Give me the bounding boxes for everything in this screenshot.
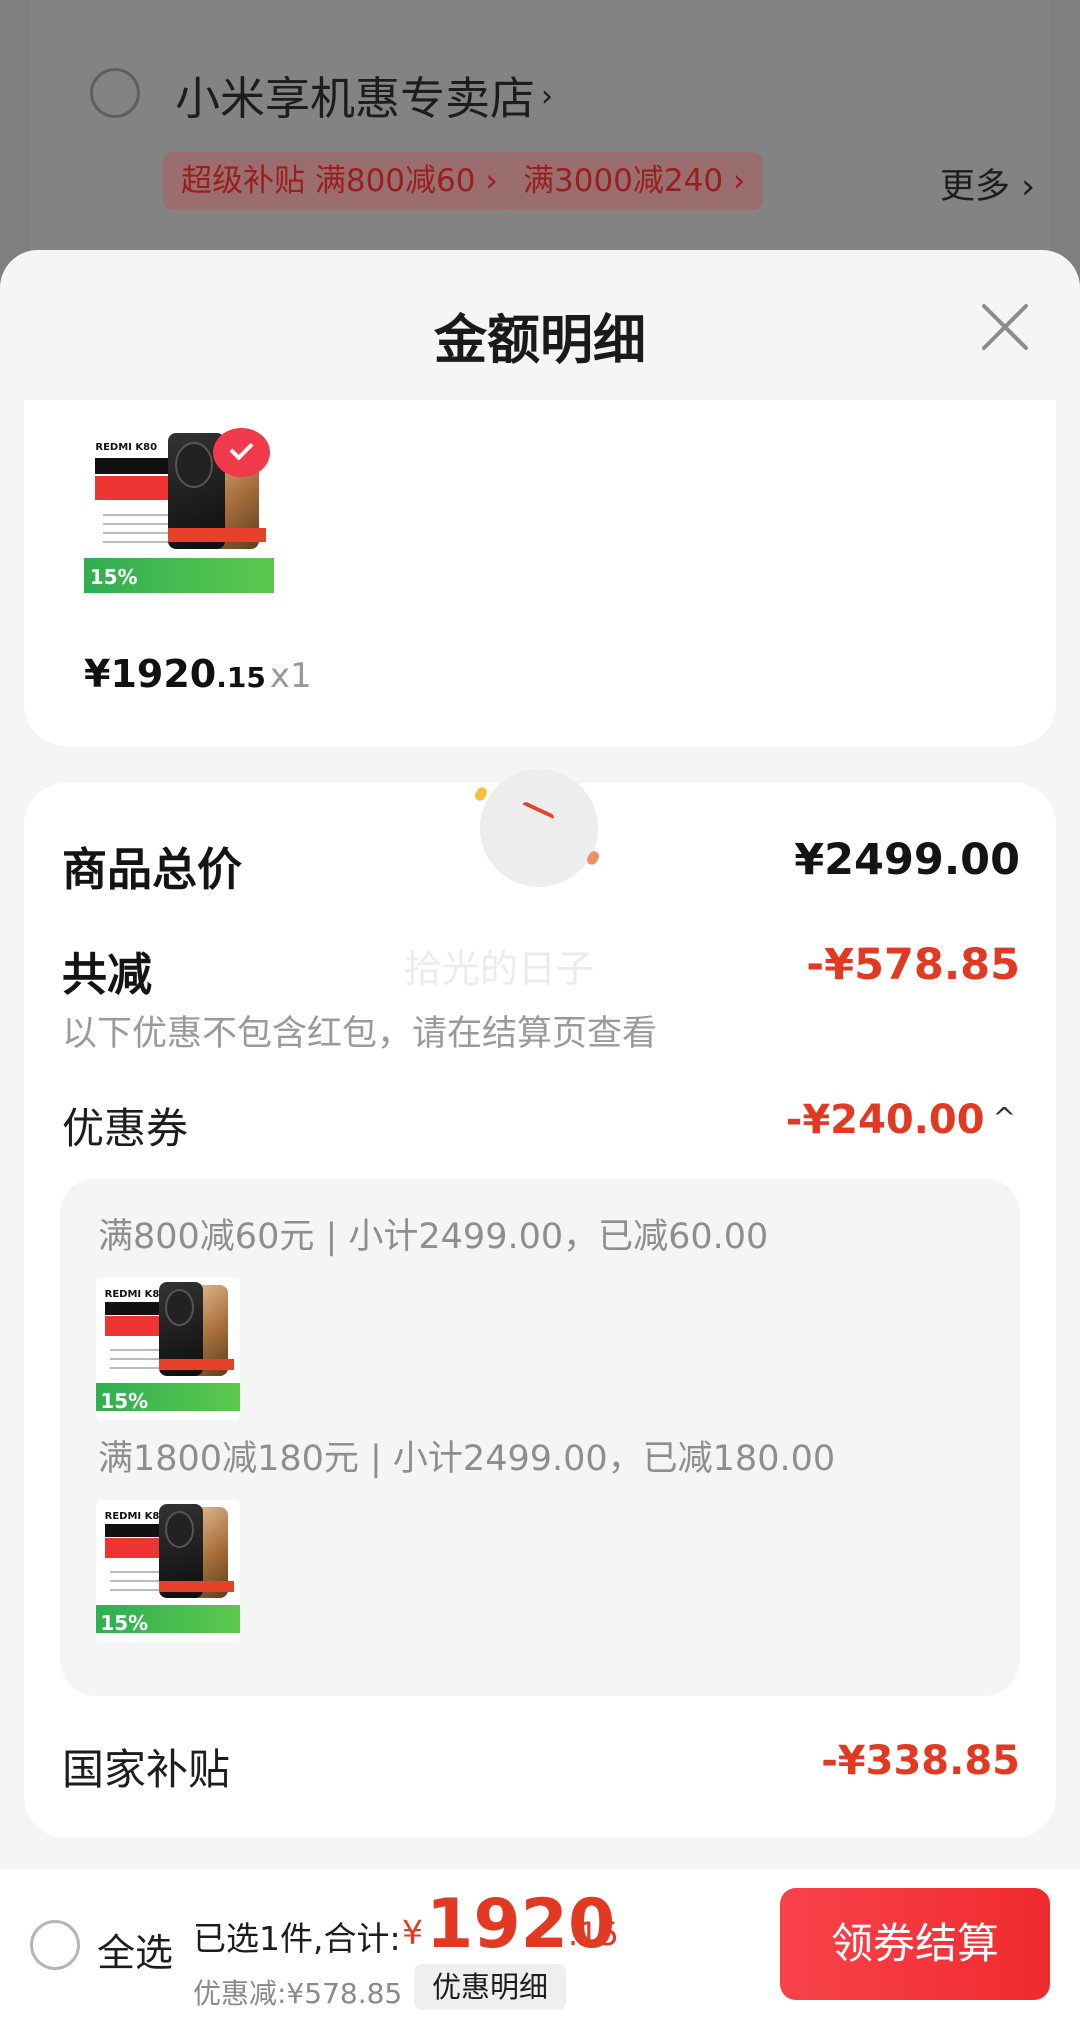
background-store-name: 小米享机惠专卖店 › bbox=[175, 72, 554, 125]
background-promo-tag: 满3000减240 › bbox=[505, 152, 764, 210]
product-image[interactable]: REDMI K80 15% bbox=[84, 428, 274, 604]
discount-note: 以下优惠不包含红包，请在结算页查看 bbox=[62, 1014, 658, 1054]
product-quantity: x1 bbox=[269, 656, 312, 696]
background-store-radio bbox=[90, 68, 140, 118]
chevron-up-icon: ^ bbox=[992, 1101, 1016, 1134]
coupon-product-image: REDMI K80 15% bbox=[96, 1278, 240, 1420]
coupon-product-image-percent-text: 15% bbox=[100, 1388, 149, 1413]
total-reduce-value: -¥578.85 bbox=[806, 940, 1020, 990]
loading-spinner-icon bbox=[473, 769, 601, 887]
coupon-label: 优惠券 bbox=[62, 1104, 189, 1153]
total-reduce-label: 共减 bbox=[62, 948, 153, 1001]
selected-check-icon bbox=[213, 428, 271, 478]
select-all-radio[interactable] bbox=[30, 1920, 80, 1970]
coupon-toggle[interactable]: -¥240.00 ^ bbox=[786, 1097, 1016, 1143]
chevron-right-icon: › bbox=[541, 79, 554, 114]
coupon-product-image: REDMI K80 15% bbox=[96, 1500, 240, 1642]
background-store-card: 小米享机惠专卖店 › 超级补贴 满800减60 › 满3000减240 › 更多 … bbox=[30, 0, 1050, 290]
gov-subsidy-value: -¥338.85 bbox=[821, 1738, 1020, 1784]
product-image-percent-text: 15% bbox=[89, 565, 138, 590]
total-price-value: ¥2499.00 bbox=[794, 835, 1020, 885]
background-promo-tag: 超级补贴 满800减60 › bbox=[163, 152, 516, 210]
coupon-product-image-brand-text: REDMI K80 bbox=[104, 1511, 167, 1523]
total-currency: ¥ bbox=[402, 1913, 423, 1952]
product-image-brand-text: REDMI K80 bbox=[95, 442, 158, 454]
discount-summary: 优惠减:¥578.85 bbox=[193, 1977, 403, 2010]
select-all-label[interactable]: 全选 bbox=[97, 1922, 173, 1977]
coupon-value: -¥240.00 bbox=[785, 1097, 985, 1143]
coupon-product-image-brand-text: REDMI K80 bbox=[104, 1289, 167, 1301]
coupon-detail-line: 满800减60元 | 小计2499.00，已减60.00 bbox=[98, 1217, 769, 1257]
product-card: REDMI K80 15% ¥1920.15 x1 bbox=[24, 400, 1056, 746]
coupon-product-image-percent-text: 15% bbox=[100, 1610, 149, 1635]
total-price-label: 商品总价 bbox=[62, 843, 243, 896]
summary-card: 商品总价 ¥2499.00 拾光的日子 共减 -¥578.85 以下优惠不包含红… bbox=[24, 769, 1056, 1838]
product-price: ¥1920.15 x1 bbox=[84, 652, 312, 696]
coupon-detail-line: 满1800减180元 | 小计2499.00，已减180.00 bbox=[98, 1439, 836, 1479]
coupon-detail-box: 满800减60元 | 小计2499.00，已减60.00 REDMI K80 1… bbox=[60, 1178, 1020, 1696]
discount-detail-button[interactable]: 优惠明细 bbox=[414, 1964, 567, 2010]
total-amount-decimal: .15 bbox=[568, 1915, 619, 1953]
sheet-title: 金额明细 bbox=[434, 310, 646, 371]
checkout-button[interactable]: 领券结算 bbox=[780, 1888, 1050, 2000]
gov-subsidy-label: 国家补贴 bbox=[62, 1745, 231, 1794]
background-more-link: 更多 › bbox=[940, 167, 1036, 207]
close-icon[interactable] bbox=[978, 300, 1032, 354]
amount-detail-sheet: 金额明细 REDMI K80 15% ¥1920.15 x1 商品总价 ¥2499… bbox=[0, 250, 1080, 2020]
checkout-bar: 全选 已选1件,合计: ¥ 1920 .15 优惠减:¥578.85 优惠明细 … bbox=[0, 1870, 1080, 2020]
selected-count-text: 已选1件,合计: bbox=[193, 1919, 401, 1958]
watermark-text: 拾光的日子 bbox=[404, 947, 595, 991]
